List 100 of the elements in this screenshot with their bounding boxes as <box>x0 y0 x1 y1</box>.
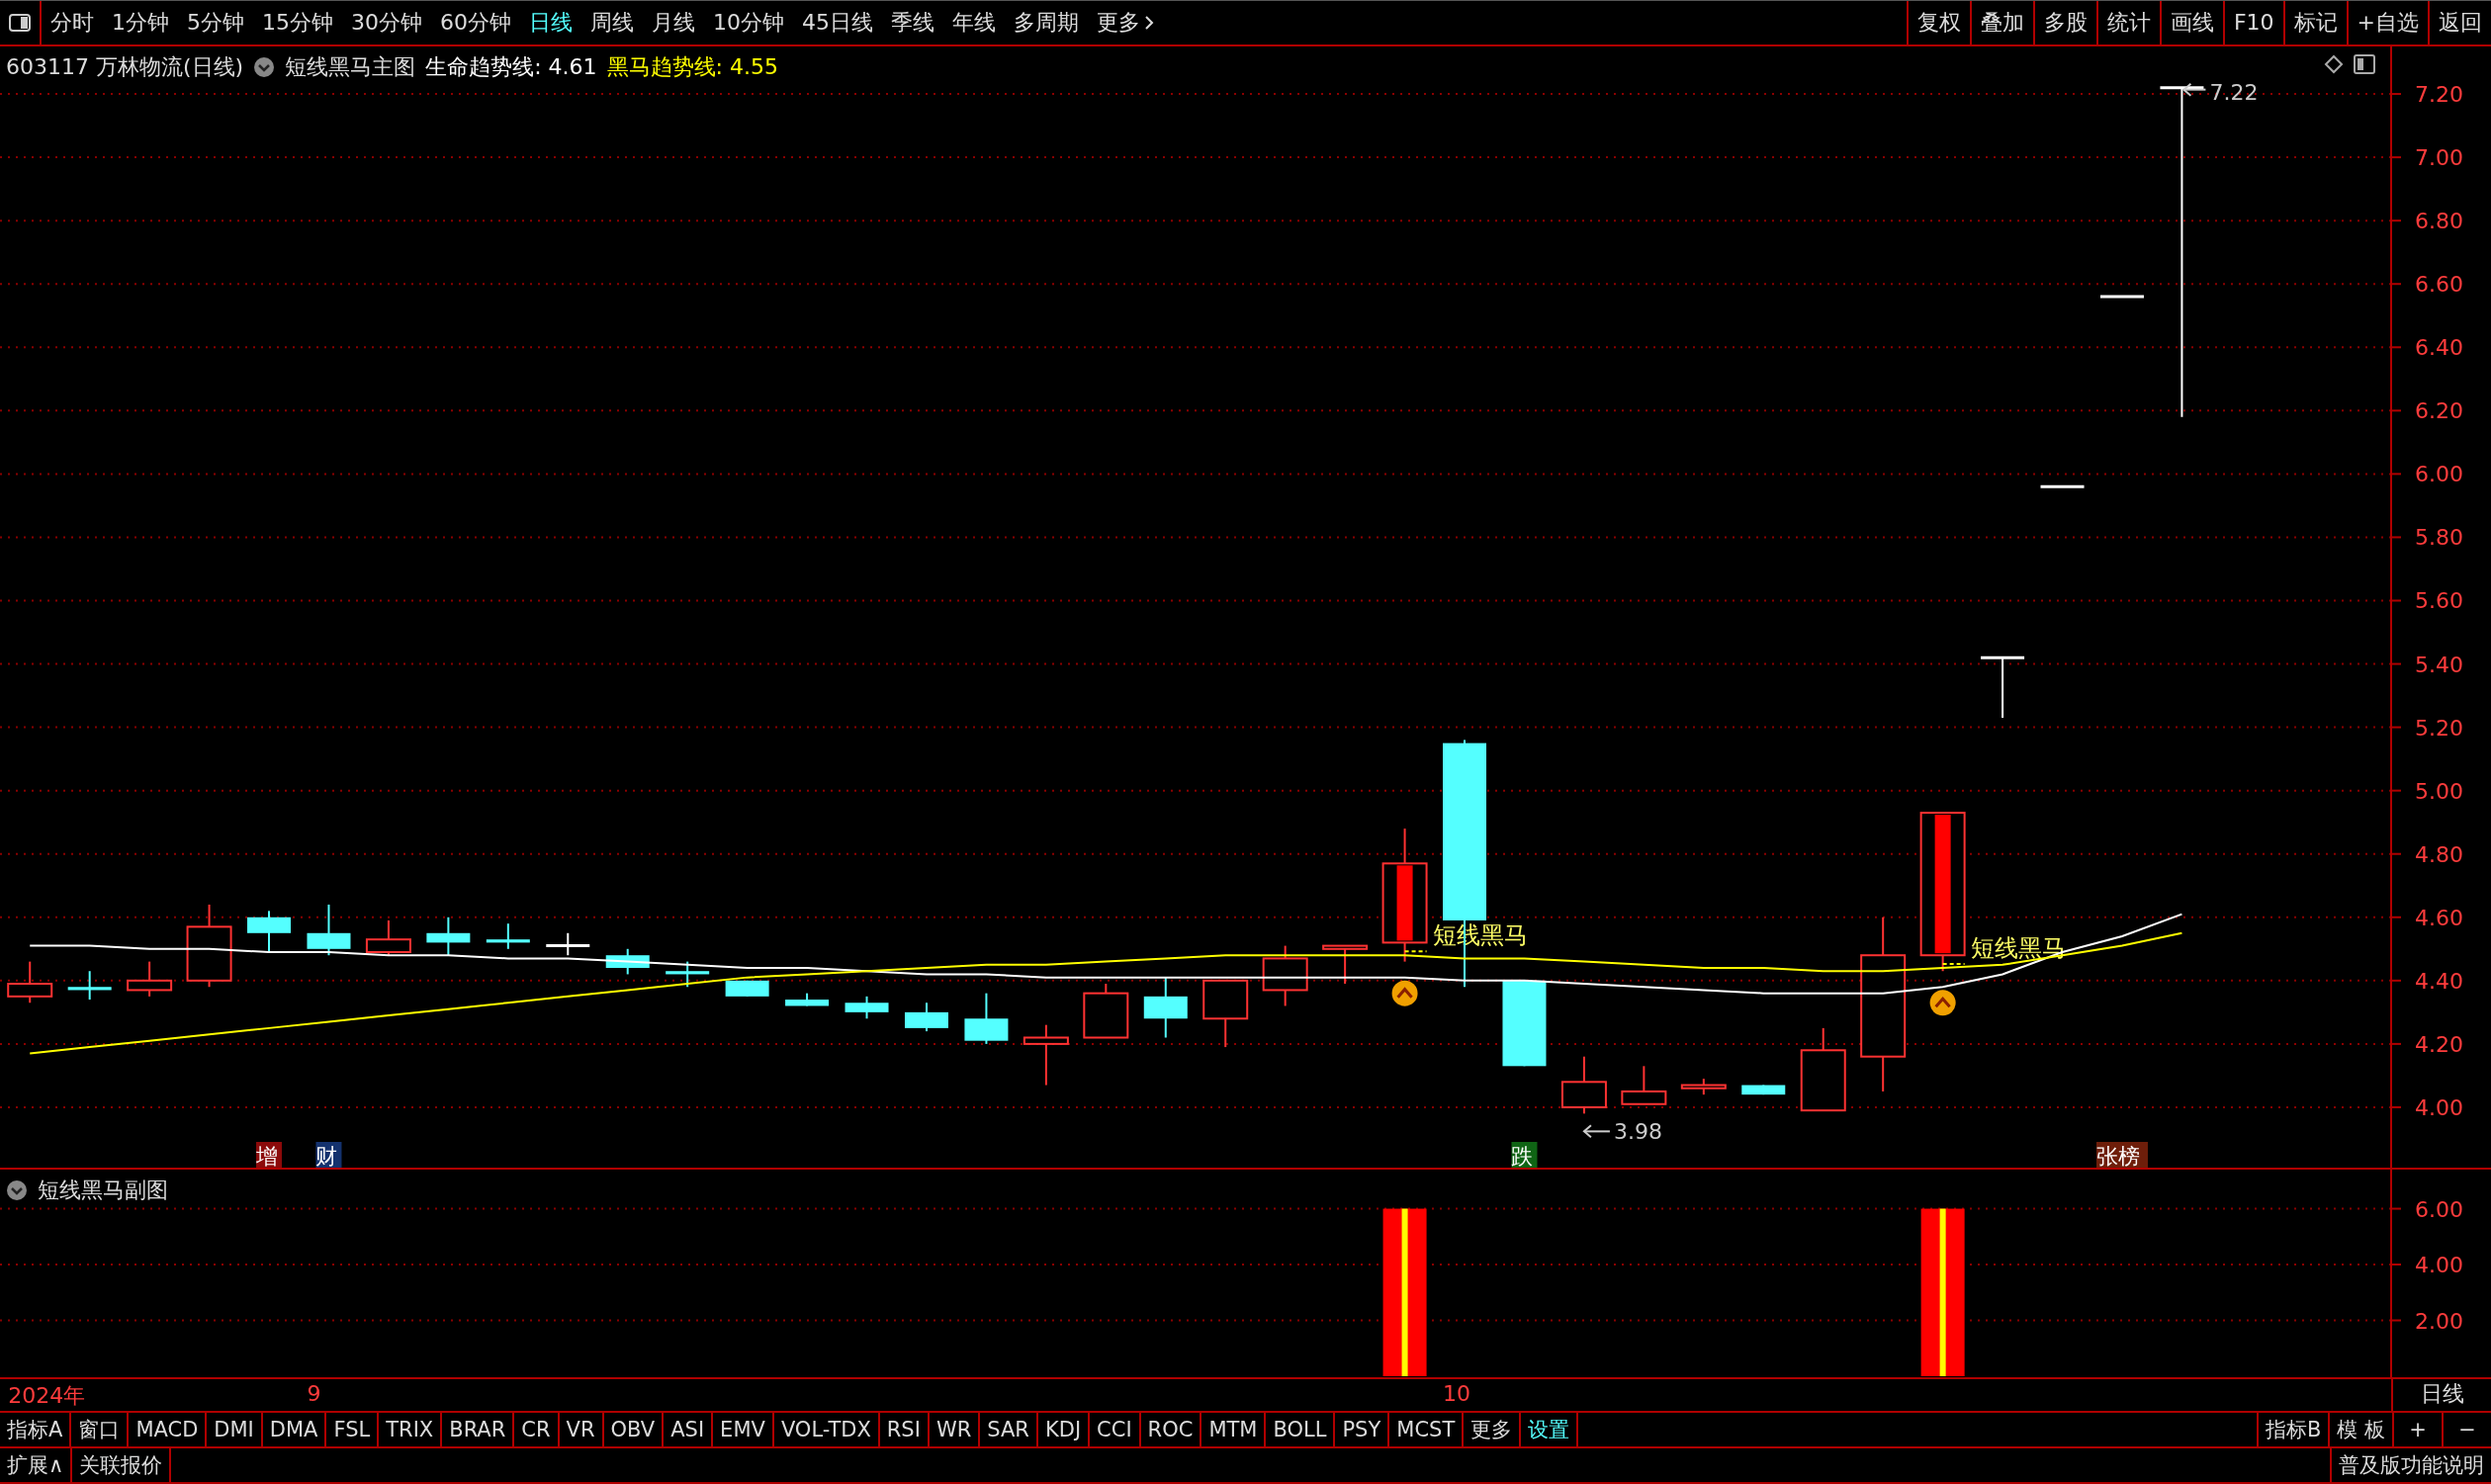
indicator-tab[interactable]: CR <box>514 1413 560 1447</box>
axis-tick-label: 6.00 <box>2415 462 2463 487</box>
date-axis-label: 9 <box>307 1381 321 1407</box>
indicator-tab[interactable]: VR <box>559 1413 604 1447</box>
period-tab[interactable]: 10分钟 <box>704 1 793 44</box>
axis-tick-label: 6.60 <box>2415 272 2463 298</box>
diamond-icon[interactable] <box>2324 53 2344 74</box>
indicator-tab[interactable]: 窗口 <box>71 1413 130 1447</box>
indicator-name: 短线黑马副图 <box>38 1177 168 1205</box>
indicator-tab[interactable]: MACD <box>129 1413 208 1447</box>
indicator-button[interactable]: 指标B <box>2256 1413 2329 1447</box>
axis-tick-label: 5.80 <box>2415 525 2463 551</box>
date-axis-label: 2024年 <box>8 1382 86 1411</box>
period-tab[interactable]: 年线 <box>943 1 1005 44</box>
indicator-tab[interactable]: BOLL <box>1266 1413 1336 1447</box>
indicator-tab[interactable]: RSI <box>879 1413 930 1447</box>
indicator-button[interactable]: 模 板 <box>2328 1413 2392 1447</box>
candlestick <box>666 960 710 989</box>
indicator-tab[interactable]: ROC <box>1140 1413 1202 1447</box>
event-tag[interactable]: 财 <box>315 1141 342 1168</box>
toolbar-button[interactable]: +自选 <box>2346 1 2428 44</box>
axis-tick-label: 5.00 <box>2415 778 2463 804</box>
indicator-tab[interactable]: KDJ <box>1037 1413 1091 1447</box>
toolbar-button[interactable]: 叠加 <box>1969 1 2033 44</box>
indicator-tab[interactable]: BRAR <box>442 1413 515 1447</box>
axis-tick-label: 6.20 <box>2415 398 2463 424</box>
candlestick <box>1621 1065 1667 1105</box>
period-label: 日线 <box>2391 1379 2491 1412</box>
period-tab[interactable]: 1分钟 <box>103 1 178 44</box>
toolbar-button[interactable]: 统计 <box>2095 1 2160 44</box>
period-tab[interactable]: 45日线 <box>793 1 882 44</box>
indicator-tab[interactable]: SAR <box>980 1413 1038 1447</box>
candlestick <box>426 916 471 957</box>
high-price-label: 7.22 <box>2209 79 2259 105</box>
period-tab[interactable]: 季线 <box>882 1 943 44</box>
toolbar-button[interactable]: 返回 <box>2428 1 2491 44</box>
candlestick <box>67 970 112 1001</box>
bottom-tab[interactable]: 关联报价 <box>72 1448 172 1482</box>
panel-icon[interactable] <box>2354 53 2375 74</box>
indicator-tab[interactable]: 指标A <box>0 1413 72 1447</box>
period-tab[interactable]: 周线 <box>581 1 643 44</box>
indicator-tab[interactable]: DMI <box>207 1413 263 1447</box>
more-button[interactable]: 更多 <box>1088 1 1163 44</box>
axis-tick-label: 4.20 <box>2415 1031 2463 1057</box>
chevron-down-icon[interactable] <box>253 55 276 78</box>
candlestick <box>365 918 411 957</box>
indicator-tab[interactable]: ASI <box>664 1413 714 1447</box>
stock-title: 603117 万林物流(日线) <box>6 52 244 81</box>
period-tab[interactable]: 月线 <box>643 1 704 44</box>
event-tag[interactable]: 张榜 <box>2096 1141 2148 1168</box>
toolbar-button[interactable]: 多股 <box>2032 1 2096 44</box>
candlestick <box>127 960 173 998</box>
indicator-tab[interactable]: TRIX <box>379 1413 443 1447</box>
indicator-tab[interactable]: EMV <box>713 1413 774 1447</box>
candlestick <box>845 995 889 1020</box>
period-tab[interactable]: 多周期 <box>1005 1 1088 44</box>
arrow-icon <box>2181 82 2207 97</box>
indicator-tab[interactable]: WR <box>929 1413 981 1447</box>
axis-tick-label: 5.40 <box>2415 652 2463 677</box>
event-tag[interactable]: 跌 <box>1511 1141 1538 1168</box>
date-axis-label: 10 <box>1443 1381 1470 1407</box>
axis-tick-label: 6.00 <box>2415 1196 2463 1222</box>
axis-tick-label: 4.00 <box>2415 1094 2463 1120</box>
period-tab[interactable]: 5分钟 <box>178 1 253 44</box>
candlestick <box>2100 295 2144 299</box>
indicator-tab[interactable]: 更多 <box>1464 1413 1522 1447</box>
indicator-tab[interactable]: MCST <box>1389 1413 1465 1447</box>
candlestick <box>1023 1023 1069 1087</box>
indicator-button[interactable]: + <box>2392 1413 2442 1447</box>
help-link[interactable]: 普及版功能说明 <box>2330 1448 2491 1482</box>
chevron-right-icon <box>1144 14 1154 31</box>
candlestick <box>905 1002 948 1032</box>
indicator-tab[interactable]: 设置 <box>1521 1413 1579 1447</box>
chevron-down-icon[interactable] <box>6 1179 28 1202</box>
period-tab[interactable]: 15分钟 <box>253 1 342 44</box>
indicator-tab[interactable]: MTM <box>1201 1413 1267 1447</box>
indicator-tab[interactable]: FSL <box>326 1413 380 1447</box>
indicator-button[interactable]: − <box>2442 1413 2491 1447</box>
toolbar-button[interactable]: 复权 <box>1906 1 1970 44</box>
period-tab[interactable]: 30分钟 <box>342 1 431 44</box>
indicator-tab[interactable]: PSY <box>1335 1413 1390 1447</box>
candlestick <box>1560 1055 1607 1115</box>
indicator-tab[interactable]: OBV <box>603 1413 665 1447</box>
toolbar-button[interactable]: 标记 <box>2282 1 2347 44</box>
event-tag[interactable]: 增 <box>256 1141 282 1168</box>
signal-label: 短线黑马 <box>1970 933 2066 962</box>
toolbar-button[interactable]: F10 <box>2222 1 2283 44</box>
indicator-tab[interactable]: DMA <box>262 1413 327 1447</box>
bottom-tab[interactable]: 扩展∧ <box>0 1448 73 1482</box>
candlestick <box>1083 982 1129 1039</box>
indicator-tab[interactable]: CCI <box>1090 1413 1141 1447</box>
period-tab[interactable]: 60分钟 <box>431 1 520 44</box>
axis-tick-label: 5.60 <box>2415 588 2463 614</box>
period-tab[interactable]: 分时 <box>42 1 103 44</box>
period-tab[interactable]: 日线 <box>520 1 581 44</box>
up-chevron-icon <box>1391 980 1418 1006</box>
indicator-tab[interactable]: VOL-TDX <box>773 1413 880 1447</box>
toolbar-button[interactable]: 画线 <box>2159 1 2223 44</box>
indicator-value: 生命趋势线: 4.61 <box>425 52 597 81</box>
candlestick <box>1322 944 1369 985</box>
